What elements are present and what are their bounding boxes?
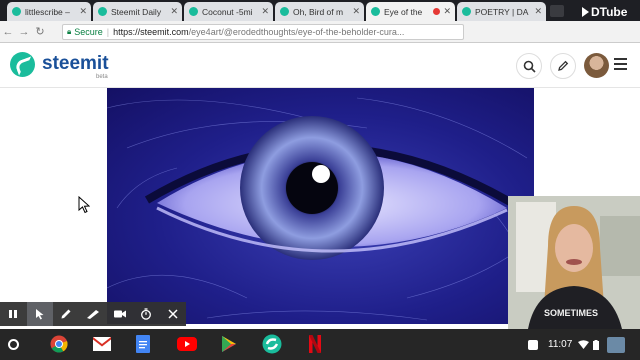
webcam-presenter: SOMETIMES bbox=[508, 196, 640, 329]
pointer-icon bbox=[35, 309, 44, 320]
chrome-icon bbox=[50, 335, 68, 353]
play-store-icon bbox=[222, 336, 236, 352]
close-icon[interactable]: ✕ bbox=[170, 6, 178, 17]
camera-toggle-button[interactable] bbox=[106, 302, 133, 326]
steemit-app[interactable] bbox=[262, 334, 282, 354]
logo-text[interactable]: steemit bbox=[42, 53, 109, 75]
pointer-tool-button[interactable] bbox=[26, 302, 54, 326]
wifi-icon bbox=[578, 340, 590, 349]
reload-icon[interactable]: ↻ bbox=[32, 25, 48, 38]
pen-icon bbox=[61, 309, 71, 319]
youtube-app[interactable] bbox=[177, 334, 197, 354]
youtube-icon bbox=[177, 337, 197, 351]
tab-steemit-daily[interactable]: Steemit Daily ✕ bbox=[93, 2, 182, 21]
recording-icon bbox=[433, 8, 441, 15]
gmail-icon bbox=[93, 337, 111, 351]
steemit-favicon-icon bbox=[189, 7, 198, 16]
screen-recorder-toolbar bbox=[0, 302, 186, 326]
steemit-favicon-icon bbox=[98, 7, 107, 16]
site-header: steemit beta bbox=[0, 43, 640, 88]
logo-beta: beta bbox=[96, 74, 108, 80]
url-path: /eye4art/@erodedthoughts/eye-of-the-beho… bbox=[188, 27, 405, 37]
pen-tool-button[interactable] bbox=[53, 302, 80, 326]
chrome-app[interactable] bbox=[49, 334, 69, 354]
forward-arrow-icon[interactable]: → bbox=[16, 26, 32, 38]
gmail-app[interactable] bbox=[92, 334, 112, 354]
dtube-label: DTube bbox=[591, 5, 628, 19]
steemit-favicon-icon bbox=[462, 7, 471, 16]
steemit-favicon-icon bbox=[12, 7, 21, 16]
close-icon[interactable]: ✕ bbox=[79, 6, 87, 17]
browser-toolbar: ← → ↻ 🔒︎ Secure | https://steemit.com /e… bbox=[0, 21, 640, 59]
webcam-overlay: SOMETIMES bbox=[508, 196, 640, 329]
play-store-app[interactable] bbox=[219, 334, 239, 354]
screen: littlescribe – ✕ Steemit Daily ✕ Coconut… bbox=[0, 0, 640, 360]
close-icon bbox=[168, 309, 178, 319]
lock-icon: 🔒︎ bbox=[67, 27, 72, 36]
tab-label: Coconut -5mi bbox=[202, 6, 253, 17]
search-button[interactable] bbox=[516, 53, 542, 79]
close-icon[interactable]: ✕ bbox=[443, 6, 451, 17]
close-icon[interactable]: ✕ bbox=[534, 6, 542, 17]
battery-icon bbox=[593, 339, 600, 350]
address-bar[interactable]: 🔒︎ Secure | https://steemit.com /eye4art… bbox=[62, 24, 464, 40]
separator: | bbox=[106, 27, 110, 37]
tab-label: POETRY | DA bbox=[475, 6, 529, 17]
clock[interactable]: 11:07 bbox=[548, 339, 572, 350]
url-host: https://steemit.com bbox=[113, 27, 189, 37]
highlighter-icon bbox=[87, 310, 100, 319]
timer-button[interactable] bbox=[133, 302, 160, 326]
tab-oh-bird[interactable]: Oh, Bird of m ✕ bbox=[275, 2, 364, 21]
highlighter-tool-button[interactable] bbox=[80, 302, 107, 326]
tab-poetry[interactable]: POETRY | DA ✕ bbox=[457, 2, 546, 21]
tab-label: Eye of the bbox=[384, 6, 423, 17]
hamburger-menu-icon[interactable] bbox=[614, 58, 627, 73]
dtube-watermark: DTube bbox=[582, 5, 627, 19]
user-tray-avatar[interactable] bbox=[607, 336, 626, 353]
post-image-eye bbox=[107, 88, 534, 324]
secure-label: Secure bbox=[74, 27, 103, 37]
steemit-icon bbox=[262, 334, 282, 354]
tab-eye-of-the[interactable]: Eye of the ✕ bbox=[366, 2, 455, 21]
steemit-logo-icon[interactable] bbox=[10, 52, 35, 77]
camera-icon bbox=[113, 310, 126, 318]
steemit-favicon-icon bbox=[371, 7, 380, 16]
write-post-button[interactable] bbox=[550, 53, 576, 79]
pencil-icon bbox=[558, 60, 569, 71]
close-icon[interactable]: ✕ bbox=[352, 6, 360, 17]
tab-label: littlescribe – bbox=[25, 6, 70, 17]
tab-label: Steemit Daily bbox=[111, 6, 162, 17]
tab-coconut[interactable]: Coconut -5mi ✕ bbox=[184, 2, 273, 21]
mouse-pointer-icon bbox=[78, 196, 90, 214]
search-icon bbox=[523, 60, 536, 73]
tab-littlescribe[interactable]: littlescribe – ✕ bbox=[7, 2, 91, 21]
launcher-icon[interactable] bbox=[8, 339, 19, 350]
docs-app[interactable] bbox=[133, 334, 153, 354]
pause-icon bbox=[9, 310, 18, 318]
netflix-app[interactable] bbox=[305, 334, 325, 354]
timer-icon bbox=[141, 308, 152, 320]
tab-strip: littlescribe – ✕ Steemit Daily ✕ Coconut… bbox=[0, 0, 640, 21]
tab-label: Oh, Bird of m bbox=[293, 6, 344, 17]
user-avatar[interactable] bbox=[584, 53, 609, 78]
close-recorder-button[interactable] bbox=[159, 302, 186, 326]
play-icon bbox=[582, 7, 589, 17]
shirt-text: SOMETIMES bbox=[544, 308, 598, 318]
close-icon[interactable]: ✕ bbox=[261, 6, 269, 17]
os-shelf: 11:07 bbox=[0, 329, 640, 360]
eye-illustration bbox=[107, 97, 534, 321]
netflix-icon bbox=[309, 335, 321, 353]
docs-icon bbox=[136, 335, 150, 353]
steemit-favicon-icon bbox=[280, 7, 289, 16]
pause-button[interactable] bbox=[0, 302, 27, 326]
back-arrow-icon[interactable]: ← bbox=[0, 26, 16, 38]
system-tray[interactable]: 11:07 bbox=[528, 329, 626, 360]
record-tray-icon[interactable] bbox=[528, 339, 538, 350]
new-tab-button[interactable] bbox=[550, 5, 564, 17]
